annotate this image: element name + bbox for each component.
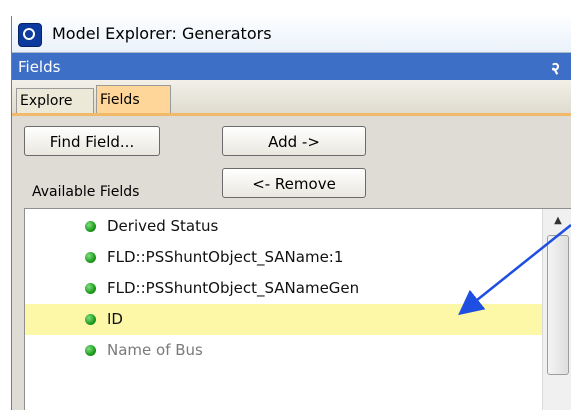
- list-item[interactable]: Derived Status: [25, 211, 545, 242]
- vertical-scrollbar[interactable]: ▲: [542, 209, 571, 410]
- list-item-label: FLD::PSShuntObject_SAName:1: [107, 248, 344, 266]
- list-item-selected[interactable]: ID: [25, 304, 545, 335]
- fields-panel-header: Fields २: [12, 53, 571, 80]
- list-item[interactable]: Name of Bus: [25, 335, 545, 366]
- pin-icon[interactable]: २: [551, 56, 560, 79]
- list-item-label: Name of Bus: [107, 341, 203, 359]
- green-status-dot-icon: [85, 283, 96, 294]
- tab-fields[interactable]: Fields: [96, 85, 171, 113]
- list-item-label: ID: [107, 310, 123, 328]
- green-status-dot-icon: [85, 345, 96, 356]
- green-status-dot-icon: [85, 314, 96, 325]
- list-item-label: FLD::PSShuntObject_SANameGen: [107, 279, 360, 297]
- remove-field-button[interactable]: <- Remove: [222, 168, 366, 198]
- scroll-thumb[interactable]: [547, 235, 569, 375]
- list-item[interactable]: FLD::PSShuntObject_SAName:1: [25, 242, 545, 273]
- list-item-label: Derived Status: [107, 217, 219, 235]
- fields-content: Find Field... Add -> <- Remove Available…: [12, 116, 571, 410]
- panel-title: Fields: [18, 58, 61, 76]
- green-status-dot-icon: [85, 252, 96, 263]
- available-fields-list[interactable]: Derived Status FLD::PSShuntObject_SAName…: [24, 208, 571, 410]
- find-field-button[interactable]: Find Field...: [24, 126, 160, 156]
- add-field-button[interactable]: Add ->: [222, 126, 366, 156]
- list-item[interactable]: FLD::PSShuntObject_SANameGen: [25, 273, 545, 304]
- model-explorer-window: Model Explorer: Generators Fields २ Expl…: [11, 16, 571, 410]
- title-bar[interactable]: Model Explorer: Generators: [12, 16, 571, 53]
- tab-strip: Explore Fields: [12, 80, 571, 116]
- model-explorer-icon: [18, 23, 42, 47]
- green-status-dot-icon: [85, 221, 96, 232]
- scroll-up-arrow-icon[interactable]: ▲: [543, 209, 571, 233]
- window-title: Model Explorer: Generators: [52, 24, 272, 43]
- available-fields-label: Available Fields: [32, 184, 140, 200]
- tab-explore[interactable]: Explore: [16, 88, 94, 113]
